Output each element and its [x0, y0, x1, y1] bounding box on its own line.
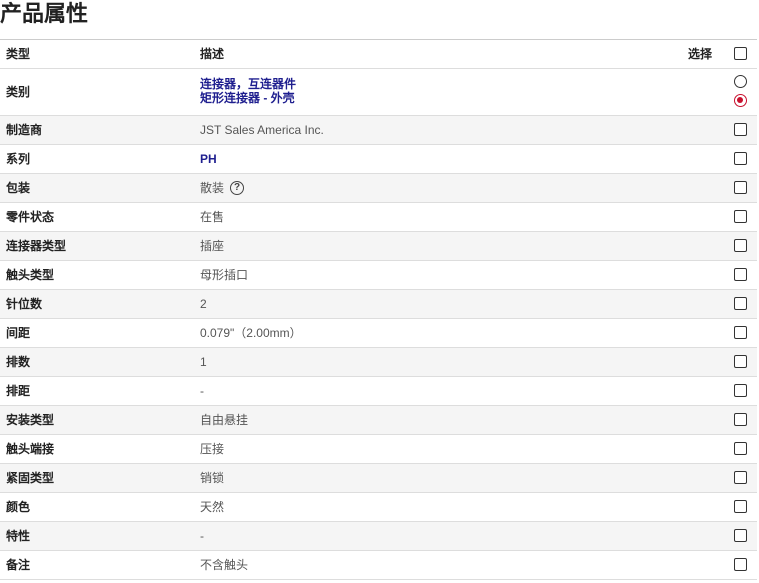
attribute-value: 散装 [200, 181, 225, 195]
category-link-rectangular-housings[interactable]: 矩形连接器 - 外壳 [200, 91, 296, 105]
attribute-checkbox[interactable] [734, 297, 747, 310]
series-link[interactable]: PH [200, 152, 217, 166]
attribute-checkbox[interactable] [734, 529, 747, 542]
product-attributes-table: 类型 描述 选择 类别 连接器，互连器件 矩形连接器 - 外壳 制造商 JST … [0, 39, 757, 580]
attribute-value: 在售 [200, 210, 225, 224]
attribute-type-label: 排数 [6, 355, 31, 369]
attribute-checkbox[interactable] [734, 268, 747, 281]
category-links: 连接器，互连器件 矩形连接器 - 外壳 [200, 77, 296, 105]
category-link-connectors[interactable]: 连接器，互连器件 [200, 77, 296, 91]
row-category: 类别 连接器，互连器件 矩形连接器 - 外壳 [0, 69, 757, 116]
attribute-type-label: 安装类型 [6, 413, 55, 427]
attribute-type-label: 触头类型 [6, 268, 55, 282]
attribute-type-label: 特性 [6, 529, 31, 543]
row-part-status: 零件状态 在售 [0, 203, 757, 232]
attribute-value: 2 [200, 297, 207, 311]
select-all-checkbox[interactable] [734, 47, 747, 60]
attribute-checkbox[interactable] [734, 442, 747, 455]
attribute-type-label: 间距 [6, 326, 31, 340]
table-header-row: 类型 描述 选择 [0, 40, 757, 69]
attribute-value: 母形插口 [200, 268, 249, 282]
row-row-spacing: 排距 - [0, 377, 757, 406]
attribute-value: JST Sales America Inc. [200, 123, 324, 137]
attribute-type-label: 制造商 [6, 123, 43, 137]
attribute-type-label: 零件状态 [6, 210, 55, 224]
header-type-label: 类型 [6, 47, 31, 61]
row-color: 颜色 天然 [0, 493, 757, 522]
row-number-of-positions: 针位数 2 [0, 290, 757, 319]
row-mounting-type: 安装类型 自由悬挂 [0, 406, 757, 435]
attribute-value: 自由悬挂 [200, 413, 249, 427]
row-manufacturer: 制造商 JST Sales America Inc. [0, 116, 757, 145]
attribute-checkbox[interactable] [734, 239, 747, 252]
attribute-checkbox[interactable] [734, 500, 747, 513]
attribute-value: 1 [200, 355, 207, 369]
attribute-value: - [200, 529, 204, 543]
row-fastening-type: 紧固类型 销锁 [0, 464, 757, 493]
row-number-of-rows: 排数 1 [0, 348, 757, 377]
row-packaging: 包装 散装 [0, 174, 757, 203]
attribute-checkbox[interactable] [734, 355, 747, 368]
attribute-checkbox[interactable] [734, 210, 747, 223]
attribute-type-label: 紧固类型 [6, 471, 55, 485]
attribute-type-label: 系列 [6, 152, 31, 166]
row-contact-type: 触头类型 母形插口 [0, 261, 757, 290]
attribute-value-cell: 散装 [200, 174, 245, 202]
attribute-type-label: 触头端接 [6, 442, 55, 456]
attribute-checkbox[interactable] [734, 413, 747, 426]
row-pitch: 间距 0.079"（2.00mm） [0, 319, 757, 348]
row-features: 特性 - [0, 522, 757, 551]
category-radio-0[interactable] [734, 75, 747, 88]
row-series: 系列 PH [0, 145, 757, 174]
attribute-checkbox[interactable] [734, 558, 747, 571]
attribute-type-label: 包装 [6, 181, 31, 195]
attribute-checkbox[interactable] [734, 471, 747, 484]
attribute-checkbox[interactable] [734, 326, 747, 339]
attribute-value-cell: PH [200, 145, 217, 173]
attribute-type-label: 针位数 [6, 297, 43, 311]
attribute-checkbox[interactable] [734, 384, 747, 397]
attribute-value: 0.079"（2.00mm） [200, 326, 302, 340]
row-notes: 备注 不含触头 [0, 551, 757, 580]
page-title: 产品属性 [0, 1, 89, 26]
attribute-value: - [200, 384, 204, 398]
category-radio-1[interactable] [734, 94, 747, 107]
attribute-value: 压接 [200, 442, 225, 456]
attribute-value: 不含触头 [200, 558, 249, 572]
header-select-label: 选择 [688, 47, 713, 61]
attribute-type-label: 备注 [6, 558, 31, 572]
header-description-label: 描述 [200, 47, 225, 61]
question-circle-icon[interactable] [230, 180, 245, 195]
attribute-checkbox[interactable] [734, 181, 747, 194]
attribute-checkbox[interactable] [734, 123, 747, 136]
attribute-checkbox[interactable] [734, 152, 747, 165]
row-contact-termination: 触头端接 压接 [0, 435, 757, 464]
attribute-type-label: 排距 [6, 384, 31, 398]
attribute-type-label: 类别 [6, 85, 31, 99]
attribute-value: 销锁 [200, 471, 225, 485]
attribute-type-label: 连接器类型 [6, 239, 67, 253]
attribute-type-label: 颜色 [6, 500, 31, 514]
attribute-value: 插座 [200, 239, 225, 253]
attribute-value: 天然 [200, 500, 225, 514]
row-connector-type: 连接器类型 插座 [0, 232, 757, 261]
